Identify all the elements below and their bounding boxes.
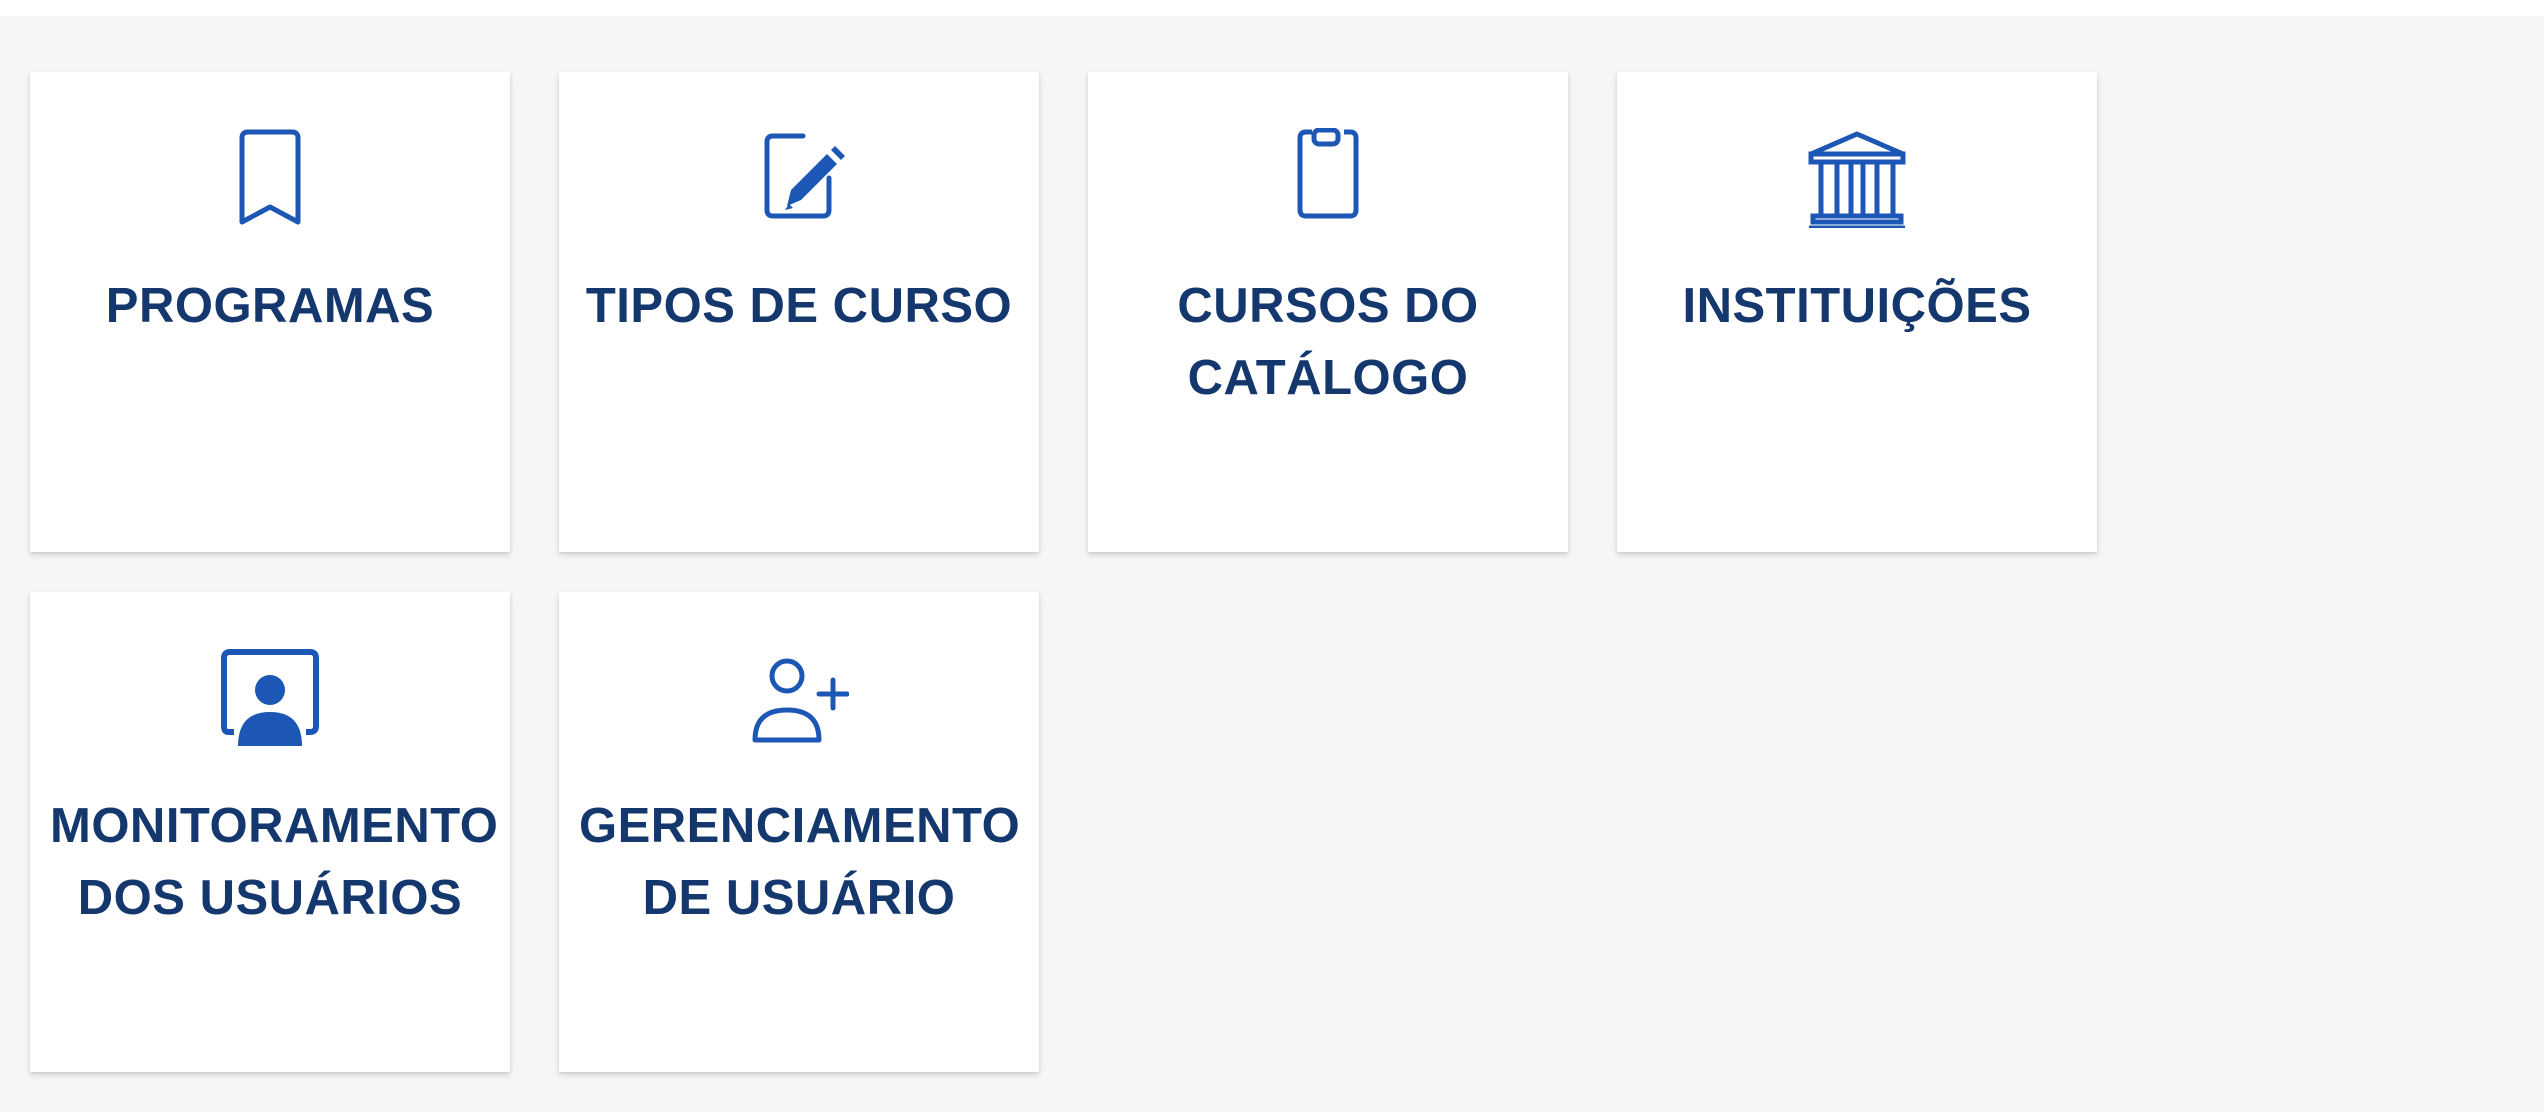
gerenciamento-de-usuario-card[interactable]: GERENCIAMENTO DE USUÁRIO [559, 592, 1039, 1072]
tipos-de-curso-label: TIPOS DE CURSO [585, 279, 1013, 333]
user-monitor-icon [220, 648, 320, 748]
edit-icon [749, 128, 849, 228]
monitoramento-dos-usuarios-label: MONITORAMENTO DOS USUÁRIOS [50, 799, 499, 925]
institution-icon [1807, 128, 1907, 228]
gerenciamento-de-usuario-label: GERENCIAMENTO DE USUÁRIO [579, 799, 1021, 925]
cursos-do-catalogo-label: CURSOS DO CATÁLOGO [1177, 279, 1479, 405]
dashboard-panel: PROGRAMAS TIPOS DE CURSO CURSOS DO CATÁL… [0, 16, 2544, 1112]
add-user-icon [749, 648, 849, 748]
instituicoes-card[interactable]: INSTITUIÇÕES [1617, 72, 2097, 552]
programas-card[interactable]: PROGRAMAS [30, 72, 510, 552]
programas-label: PROGRAMAS [105, 279, 435, 333]
bookmark-icon [220, 128, 320, 228]
clipboard-icon [1278, 128, 1378, 228]
tipos-de-curso-card[interactable]: TIPOS DE CURSO [559, 72, 1039, 552]
instituicoes-label: INSTITUIÇÕES [1682, 279, 2032, 333]
cursos-do-catalogo-card[interactable]: CURSOS DO CATÁLOGO [1088, 72, 1568, 552]
monitoramento-dos-usuarios-card[interactable]: MONITORAMENTO DOS USUÁRIOS [30, 592, 510, 1072]
